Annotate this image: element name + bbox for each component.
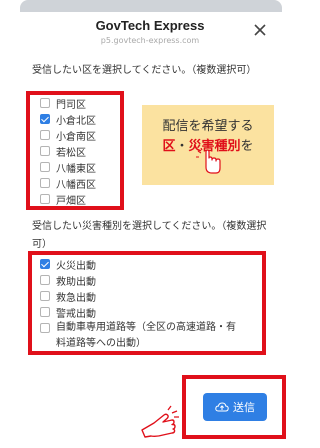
tap-hand-icon [141,405,179,438]
callout-line1: 配信を希望する [162,119,254,134]
dialog-header: GovTech Express p5.govtech-express.com [0,12,300,48]
close-icon[interactable] [252,22,268,38]
callout-ward-text: 区 [162,139,176,154]
ward-instruction: 受信したい区を選択してください。（複数選択可） [32,65,257,76]
tap-hand-icon [196,148,221,174]
top-bar [20,0,282,12]
ward-highlight-box [26,91,124,210]
send-button-label: 送信 [233,401,255,414]
send-button[interactable]: 送信 [203,393,267,421]
callout-dot: ・ [175,139,189,154]
disaster-instruction: 受信したい災害種別を選択してください。（複数選択可） [32,221,267,250]
disaster-highlight-box [28,251,266,355]
callout-suffix: を [240,139,254,154]
cloud-upload-icon [215,402,229,412]
